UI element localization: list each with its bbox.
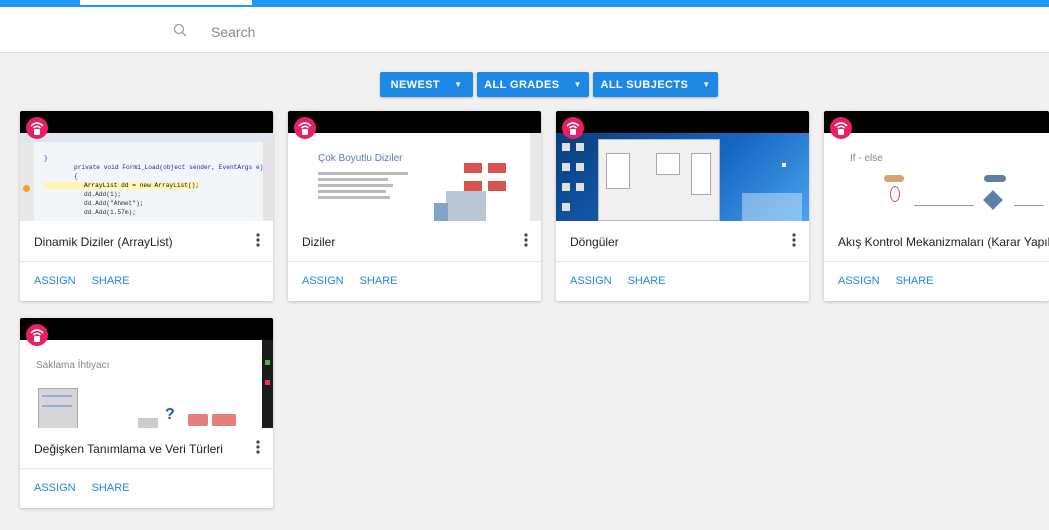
desktop-screenshot (556, 133, 809, 221)
lesson-title[interactable]: Dinamik Diziler (ArrayList) (34, 235, 173, 249)
live-badge-icon (830, 117, 852, 139)
slide-heading: Çok Boyutlu Diziler (318, 153, 403, 164)
assign-button[interactable]: ASSIGN (34, 275, 76, 287)
live-badge-icon (562, 117, 584, 139)
code-line: dd.Add(1.57m); (84, 209, 136, 216)
lesson-card[interactable]: Saklama İhtiyacı ? Değişken Tanımlama ve… (20, 318, 273, 508)
assign-button[interactable]: ASSIGN (302, 275, 344, 287)
code-line: dd.Add("Ahmet"); (84, 200, 144, 207)
card-divider (20, 468, 273, 469)
card-divider (288, 261, 541, 262)
live-badge-icon (294, 117, 316, 139)
more-vert-icon[interactable] (255, 439, 261, 455)
grades-filter-label: ALL GRADES (484, 78, 560, 91)
code-line: private void Form1_Load(object sender, E… (74, 164, 264, 171)
card-divider (824, 261, 1049, 262)
more-vert-icon[interactable] (791, 232, 797, 248)
live-badge-icon (26, 324, 48, 346)
grades-filter-button[interactable]: ALL GRADES ▼ (477, 72, 589, 97)
lesson-card[interactable]: If - else Akış Kontrol Mekanizmaları (Ka… (824, 111, 1049, 301)
lesson-card[interactable]: Döngüler ASSIGN SHARE (556, 111, 809, 301)
flowchart-slide-screenshot: If - else (824, 133, 1049, 221)
subjects-filter-label: ALL SUBJECTS (600, 78, 689, 91)
share-button[interactable]: SHARE (628, 275, 666, 287)
slide-heading: If - else (850, 153, 883, 164)
assign-button[interactable]: ASSIGN (34, 482, 76, 494)
slide-screenshot: Çok Boyutlu Diziler (288, 133, 541, 221)
share-button[interactable]: SHARE (92, 482, 130, 494)
card-divider (20, 261, 273, 262)
lesson-thumbnail[interactable] (556, 111, 809, 221)
slide-heading: Saklama İhtiyacı (36, 360, 110, 371)
share-button[interactable]: SHARE (92, 275, 130, 287)
code-line: } (44, 155, 48, 162)
card-divider (556, 261, 809, 262)
code-line: dd.Add(1); (84, 191, 122, 198)
code-line: { (74, 173, 78, 180)
caret-down-icon: ▼ (454, 80, 463, 89)
caret-down-icon: ▼ (702, 80, 711, 89)
code-line: ArrayList dd = new ArrayList(); (44, 182, 200, 189)
assign-button[interactable]: ASSIGN (838, 275, 880, 287)
code-editor-screenshot: } private void Form1_Load(object sender,… (20, 133, 273, 221)
top-bar (0, 0, 1049, 53)
search-input[interactable] (211, 23, 461, 41)
more-vert-icon[interactable] (255, 232, 261, 248)
search-icon[interactable] (173, 23, 187, 37)
lesson-thumbnail[interactable]: } private void Form1_Load(object sender,… (20, 111, 273, 221)
lesson-title[interactable]: Akış Kontrol Mekanizmaları (Karar Yapıla… (838, 235, 1049, 249)
lesson-title[interactable]: Döngüler (570, 235, 619, 249)
live-badge-icon (26, 117, 48, 139)
share-button[interactable]: SHARE (896, 275, 934, 287)
caret-down-icon: ▼ (573, 80, 582, 89)
lesson-card[interactable]: } private void Form1_Load(object sender,… (20, 111, 273, 301)
newest-filter-label: NEWEST (390, 78, 441, 91)
lesson-card[interactable]: Çok Boyutlu Diziler Diziler ASSIGN SHARE (288, 111, 541, 301)
assign-button[interactable]: ASSIGN (570, 275, 612, 287)
lesson-title[interactable]: Diziler (302, 235, 335, 249)
more-vert-icon[interactable] (523, 232, 529, 248)
slide-screenshot: Saklama İhtiyacı ? (20, 340, 273, 428)
accent-bar-gap (80, 0, 252, 5)
lesson-title[interactable]: Değişken Tanımlama ve Veri Türleri (34, 442, 223, 456)
lesson-thumbnail[interactable]: Çok Boyutlu Diziler (288, 111, 541, 221)
newest-filter-button[interactable]: NEWEST ▼ (380, 72, 473, 97)
lesson-thumbnail[interactable]: If - else (824, 111, 1049, 221)
share-button[interactable]: SHARE (360, 275, 398, 287)
lesson-thumbnail[interactable]: Saklama İhtiyacı ? (20, 318, 273, 428)
subjects-filter-button[interactable]: ALL SUBJECTS ▼ (593, 72, 718, 97)
